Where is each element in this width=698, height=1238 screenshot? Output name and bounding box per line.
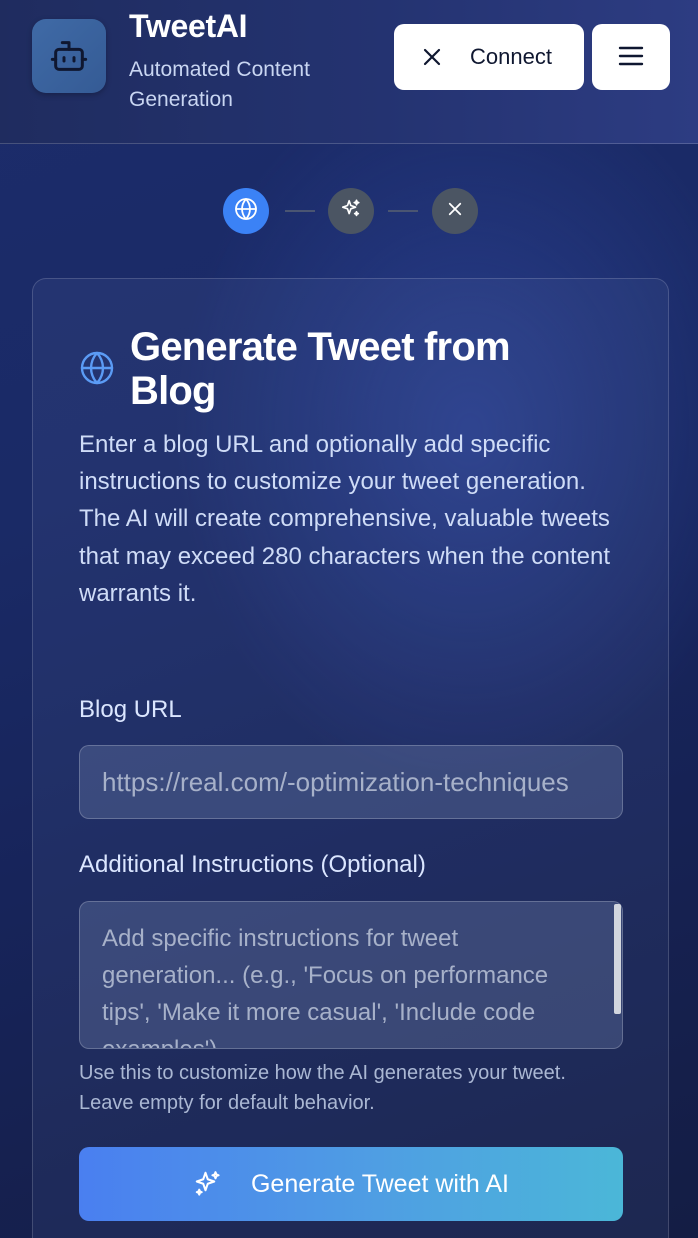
step-generate[interactable] [328,188,374,234]
instructions-textarea[interactable] [79,901,623,1049]
menu-button[interactable] [592,24,670,90]
hamburger-menu-icon [618,45,644,70]
globe-icon [234,197,258,226]
card-description: Enter a blog URL and optionally add spec… [79,431,610,607]
connect-label: Connect [470,44,552,69]
app-header: TweetAI Automated Content Generation Con… [0,0,698,144]
instructions-help-text: Use this to customize how the AI generat… [79,1062,566,1114]
step-url[interactable] [223,188,269,234]
x-logo-icon [420,45,444,69]
blog-url-input[interactable] [79,745,623,819]
app-title: TweetAI [129,8,248,44]
instructions-label: Additional Instructions (Optional) [79,851,426,878]
step-post[interactable] [432,188,478,234]
app-subtitle: Automated Content Generation [129,58,310,111]
blog-url-label: Blog URL [79,696,182,723]
generate-tweet-button[interactable]: Generate Tweet with AI [79,1147,623,1221]
textarea-scrollbar[interactable] [614,904,621,1014]
step-connector [285,210,315,212]
connect-button[interactable]: Connect [394,24,584,90]
card-title: Generate Tweet from Blog [130,325,511,413]
sparkles-icon [340,198,362,225]
close-icon [446,200,464,223]
robot-icon [32,19,106,93]
step-connector [388,210,418,212]
sparkles-icon [193,1169,223,1199]
generate-button-label: Generate Tweet with AI [250,1169,510,1198]
globe-icon [79,350,115,386]
